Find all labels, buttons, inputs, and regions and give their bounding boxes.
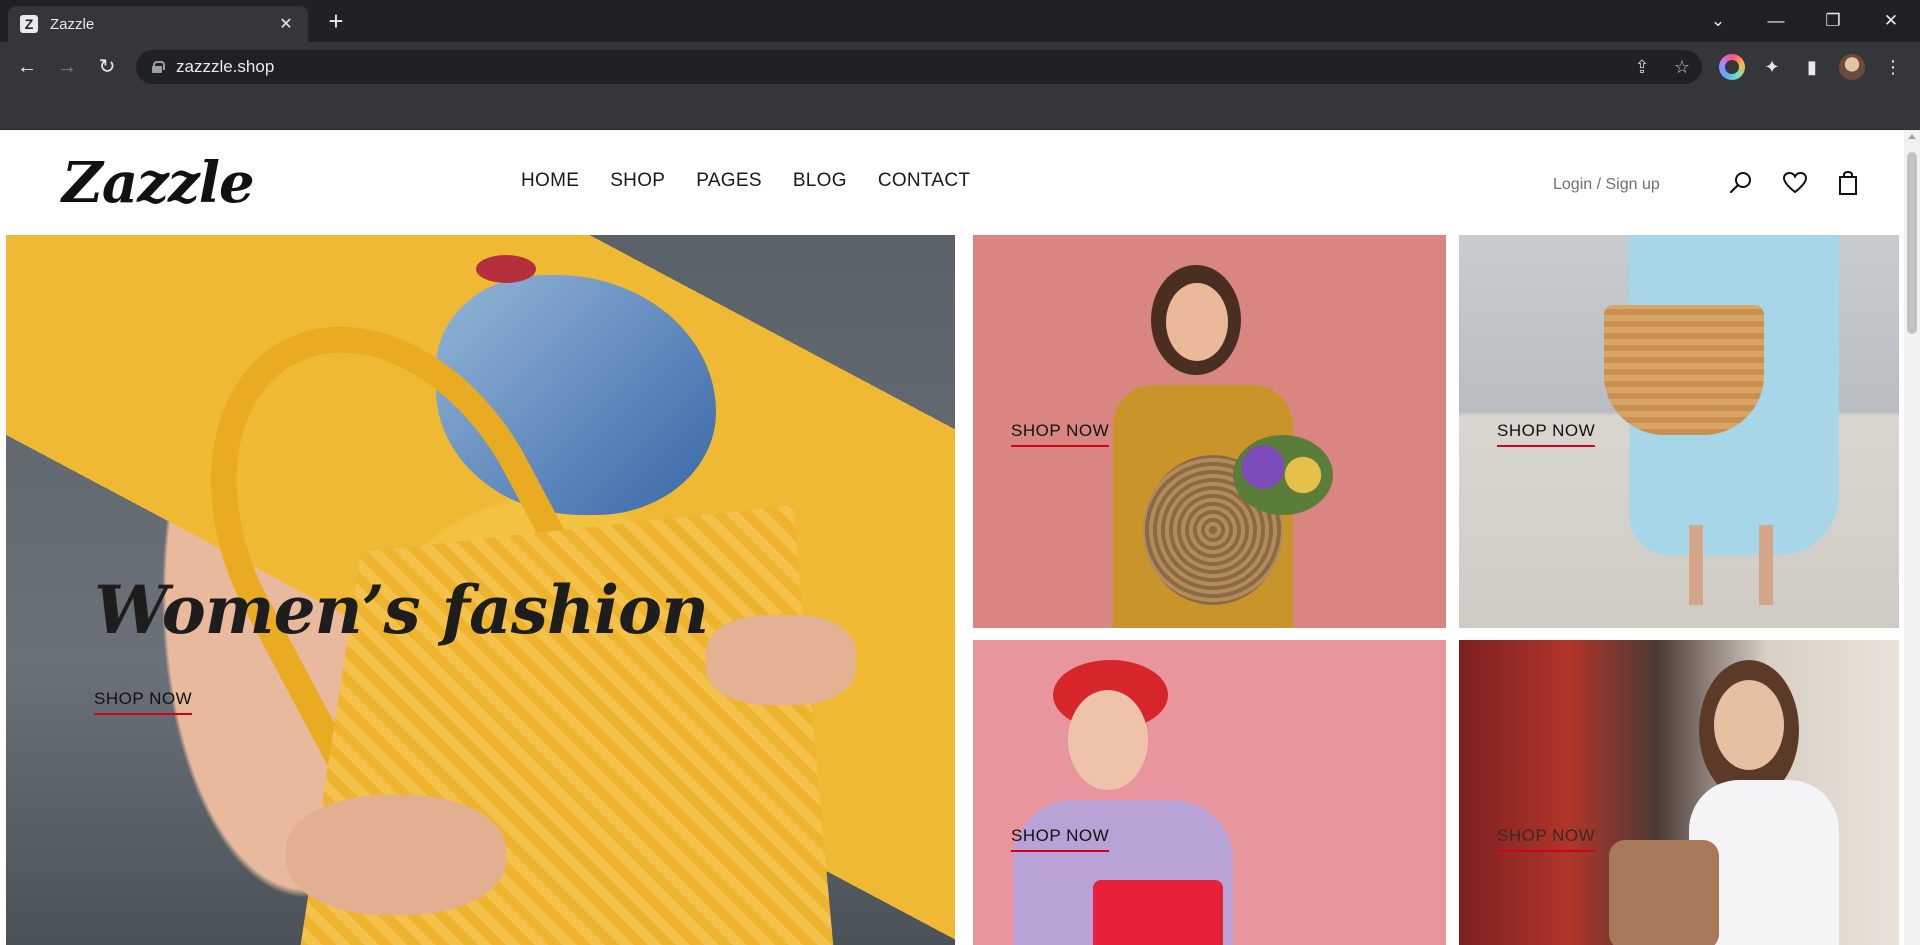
tile2-leg-right-graphic bbox=[1759, 525, 1773, 605]
tile2-straw-bag-graphic bbox=[1604, 305, 1764, 435]
share-icon[interactable]: ⇪ bbox=[1631, 57, 1653, 78]
scrollbar-thumb[interactable] bbox=[1907, 152, 1917, 334]
zazzle-favicon-icon: Z bbox=[20, 15, 38, 33]
tile4-shop-now-link[interactable]: SHOP NOW bbox=[1497, 826, 1596, 852]
side-panel-icon[interactable]: ▮ bbox=[1799, 54, 1825, 80]
profile-avatar[interactable] bbox=[1839, 54, 1865, 80]
tile4-model-face-graphic bbox=[1714, 680, 1784, 770]
hero-hand-graphic bbox=[706, 615, 856, 705]
wishlist-heart-icon[interactable] bbox=[1782, 170, 1808, 196]
page-viewport: Zazzle HOME SHOP PAGES BLOG CONTACT Logi… bbox=[0, 130, 1920, 945]
hero-title: Women’s fashion bbox=[94, 571, 709, 649]
site-logo[interactable]: Zazzle bbox=[62, 150, 255, 216]
hero-shop-now-link[interactable]: SHOP NOW bbox=[94, 689, 193, 715]
tile3-red-bag-graphic bbox=[1093, 880, 1223, 945]
site-header: Zazzle HOME SHOP PAGES BLOG CONTACT Logi… bbox=[0, 130, 1904, 235]
tile2-leg-left-graphic bbox=[1689, 525, 1703, 605]
back-arrow-icon[interactable]: ← bbox=[12, 52, 42, 82]
address-bar[interactable]: zazzzle.shop ⇪ ☆ bbox=[136, 50, 1702, 84]
promo-tile-3[interactable]: SHOP NOW bbox=[973, 640, 1446, 945]
lock-icon[interactable] bbox=[152, 61, 165, 73]
close-window-icon[interactable]: ✕ bbox=[1871, 6, 1911, 36]
bookmarks-bar bbox=[0, 92, 1920, 130]
color-extension-icon[interactable] bbox=[1719, 54, 1745, 80]
close-tab-icon[interactable]: ✕ bbox=[276, 14, 296, 34]
tab-search-chevron-icon[interactable]: ⌄ bbox=[1698, 6, 1738, 36]
tile4-brown-bag-graphic bbox=[1609, 840, 1719, 945]
nav-contact[interactable]: CONTACT bbox=[878, 170, 971, 192]
nav-shop[interactable]: SHOP bbox=[610, 170, 665, 192]
nav-blog[interactable]: BLOG bbox=[793, 170, 847, 192]
tab-title: Zazzle bbox=[50, 15, 95, 33]
nav-home[interactable]: HOME bbox=[521, 170, 579, 192]
restore-icon[interactable]: ❐ bbox=[1813, 6, 1853, 36]
search-icon[interactable] bbox=[1728, 170, 1754, 196]
tile3-shop-now-link[interactable]: SHOP NOW bbox=[1011, 826, 1110, 852]
browser-toolbar: ← → ↻ zazzzle.shop ⇪ ☆ ✦ ▮ ⋮ bbox=[0, 42, 1920, 92]
page-scrollbar[interactable] bbox=[1904, 130, 1920, 945]
tile1-flowers-graphic bbox=[1233, 435, 1333, 515]
shopping-bag-icon[interactable] bbox=[1835, 170, 1861, 196]
new-tab-plus-icon[interactable]: + bbox=[322, 8, 350, 36]
tile1-shop-now-link[interactable]: SHOP NOW bbox=[1011, 421, 1110, 447]
more-menu-icon[interactable]: ⋮ bbox=[1880, 54, 1906, 80]
minimize-icon[interactable]: — bbox=[1756, 6, 1796, 36]
bookmark-star-icon[interactable]: ☆ bbox=[1671, 57, 1693, 78]
tile3-model-face-graphic bbox=[1068, 690, 1148, 790]
hero-banner: Women’s fashion SHOP NOW bbox=[6, 235, 955, 945]
reload-icon[interactable]: ↻ bbox=[92, 52, 122, 82]
nav-pages[interactable]: PAGES bbox=[696, 170, 762, 192]
browser-tab[interactable]: Z Zazzle ✕ bbox=[8, 6, 308, 42]
hero-model-lips-graphic bbox=[476, 255, 536, 283]
login-signup-link[interactable]: Login / Sign up bbox=[1553, 176, 1660, 194]
promo-tile-4[interactable]: SHOP NOW bbox=[1459, 640, 1899, 945]
browser-tabstrip: Z Zazzle ✕ + ⌄ — ❐ ✕ bbox=[0, 0, 1920, 42]
tile1-model-face-graphic bbox=[1166, 283, 1228, 361]
url-text: zazzzle.shop bbox=[176, 57, 275, 76]
hero-hand-lower-graphic bbox=[286, 795, 506, 915]
extensions-puzzle-icon[interactable]: ✦ bbox=[1759, 54, 1785, 80]
tile2-shop-now-link[interactable]: SHOP NOW bbox=[1497, 421, 1596, 447]
promo-tile-2[interactable]: SHOP NOW bbox=[1459, 235, 1899, 628]
forward-arrow-icon[interactable]: → bbox=[52, 52, 82, 82]
promo-tile-1[interactable]: SHOP NOW bbox=[973, 235, 1446, 628]
scroll-up-arrow-icon[interactable] bbox=[1908, 134, 1916, 139]
main-nav: HOME SHOP PAGES BLOG CONTACT bbox=[521, 170, 970, 192]
